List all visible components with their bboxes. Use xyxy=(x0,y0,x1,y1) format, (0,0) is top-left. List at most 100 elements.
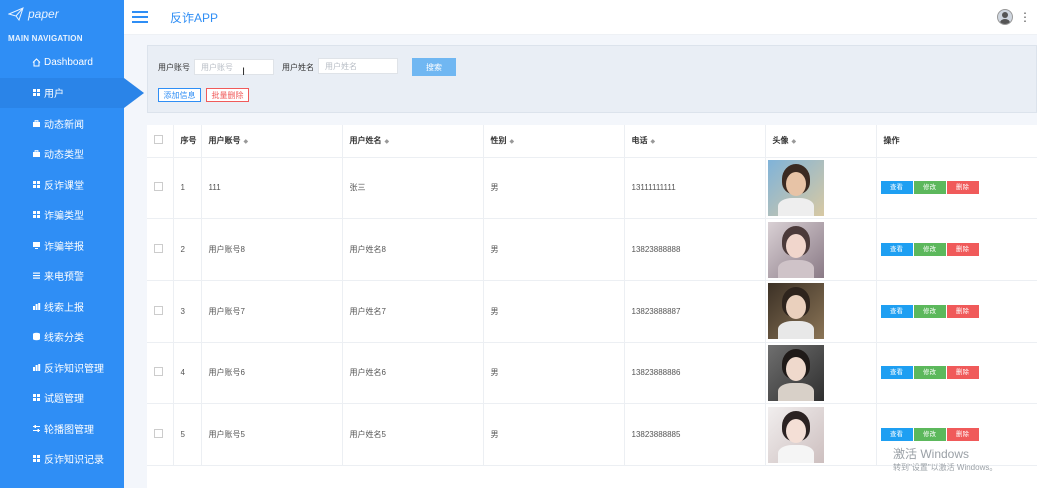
view-button[interactable]: 查看 xyxy=(880,304,913,318)
sort-icon[interactable]: ◆ xyxy=(510,139,515,145)
row-checkbox[interactable] xyxy=(154,429,163,439)
row-actions: 查看 修改 删除 xyxy=(876,342,1037,405)
row-account: 用户账号5 xyxy=(201,403,343,466)
table-row[interactable]: 2 用户账号8 用户姓名8 男 13823888888 查看 修改 删除 xyxy=(147,218,1037,281)
sidebar: paper MAIN NAVIGATION Dashboard 用户 动态新闻 动态类… xyxy=(0,0,144,488)
table-row[interactable]: 5 用户账号5 用户姓名5 男 13823888885 查看 修改 删除 xyxy=(147,403,1037,466)
more-vertical-icon[interactable]: ⋮ xyxy=(1019,11,1031,23)
brand-logo[interactable]: paper xyxy=(0,0,124,28)
view-button[interactable]: 查看 xyxy=(880,181,913,195)
hamburger-menu-icon[interactable] xyxy=(132,11,148,23)
view-button[interactable]: 查看 xyxy=(880,428,913,442)
row-select-cell xyxy=(147,157,174,220)
table-row[interactable]: 4 用户账号6 用户姓名6 男 13823888886 查看 修改 删除 xyxy=(147,342,1037,405)
row-checkbox[interactable] xyxy=(154,182,163,192)
sidebar-item-9[interactable]: 线索分类 xyxy=(0,322,124,353)
user-avatar-image xyxy=(767,344,824,401)
header-account[interactable]: 用户账号 ◆ xyxy=(201,125,343,158)
sidebar-item-7[interactable]: 来电预警 xyxy=(0,261,124,292)
delete-button[interactable]: 删除 xyxy=(946,181,979,195)
row-gender: 男 xyxy=(483,342,625,405)
sidebar-item-0[interactable]: Dashboard xyxy=(0,47,124,78)
bar-icon xyxy=(33,363,41,371)
table-row[interactable]: 3 用户账号7 用户姓名7 男 13823888887 查看 修改 删除 xyxy=(147,280,1037,343)
row-name: 张三 xyxy=(342,157,484,220)
sort-icon[interactable]: ◆ xyxy=(792,139,797,145)
row-checkbox[interactable] xyxy=(154,305,163,315)
row-avatar-cell xyxy=(765,218,877,281)
row-select-cell xyxy=(147,280,174,343)
row-index: 4 xyxy=(173,342,202,405)
bar-icon xyxy=(33,302,41,310)
sidebar-item-4[interactable]: 反诈课堂 xyxy=(0,169,124,200)
delete-button[interactable]: 删除 xyxy=(946,366,979,380)
row-account: 用户账号6 xyxy=(201,342,343,405)
batch-delete-button[interactable]: 批量删除 xyxy=(206,88,249,102)
select-all-header xyxy=(147,125,174,158)
user-avatar-icon[interactable] xyxy=(997,9,1013,25)
header-avatar[interactable]: 头像 ◆ xyxy=(765,125,877,158)
sidebar-item-2[interactable]: 动态新闻 xyxy=(0,108,124,139)
row-index: 1 xyxy=(173,157,202,220)
briefcase-icon xyxy=(33,150,40,158)
sidebar-item-10[interactable]: 反诈知识管理 xyxy=(0,352,124,383)
row-name: 用户姓名5 xyxy=(342,403,484,466)
sidebar-item-3[interactable]: 动态类型 xyxy=(0,139,124,170)
grid-icon xyxy=(33,211,40,219)
edit-button[interactable]: 修改 xyxy=(913,243,946,257)
sliders-icon xyxy=(33,424,40,432)
row-phone: 13111111111 xyxy=(624,157,766,220)
sidebar-item-label: 来电预警 xyxy=(44,272,84,284)
user-table: 序号 用户账号 ◆ 用户姓名 ◆ 性别 ◆ 电话 ◆ 头像 ◆ 操作 1 111 张三男 131… xyxy=(147,125,1037,488)
table-row[interactable]: 1 111 张三男 13111111111 查看 修改 删除 xyxy=(147,157,1037,220)
sidebar-item-1[interactable]: 用户 xyxy=(0,77,144,108)
delete-button[interactable]: 删除 xyxy=(946,304,979,318)
row-select-cell xyxy=(147,218,174,281)
sort-icon[interactable]: ◆ xyxy=(651,139,656,145)
row-gender: 男 xyxy=(483,157,625,220)
sidebar-item-label: 诈骗类型 xyxy=(44,211,84,223)
row-checkbox[interactable] xyxy=(154,367,163,377)
sidebar-item-label: Dashboard xyxy=(44,56,93,68)
sidebar-item-12[interactable]: 轮播图管理 xyxy=(0,413,124,444)
edit-button[interactable]: 修改 xyxy=(913,181,946,195)
sidebar-item-label: 动态新闻 xyxy=(44,119,84,131)
name-label: 用户姓名 xyxy=(282,63,314,72)
name-search-input[interactable] xyxy=(318,58,398,74)
row-phone: 13823888885 xyxy=(624,403,766,466)
sidebar-item-label: 试题管理 xyxy=(44,394,84,406)
account-search-input[interactable] xyxy=(194,59,274,75)
sidebar-item-13[interactable]: 反诈知识记录 xyxy=(0,444,124,475)
sidebar-item-11[interactable]: 试题管理 xyxy=(0,383,124,414)
sort-icon[interactable]: ◆ xyxy=(385,139,390,145)
brand-name: paper xyxy=(28,7,59,21)
add-info-button[interactable]: 添加信息 xyxy=(158,88,201,102)
app-title: 反诈APP xyxy=(170,10,219,25)
edit-button[interactable]: 修改 xyxy=(913,366,946,380)
sort-icon[interactable]: ◆ xyxy=(244,139,249,145)
select-all-checkbox[interactable] xyxy=(154,135,163,145)
delete-button[interactable]: 删除 xyxy=(946,243,979,257)
text-cursor-icon: I xyxy=(242,66,246,78)
sidebar-item-6[interactable]: 诈骗举报 xyxy=(0,230,124,261)
sidebar-item-8[interactable]: 线索上报 xyxy=(0,291,124,322)
edit-button[interactable]: 修改 xyxy=(913,428,946,442)
grid-icon xyxy=(33,89,40,97)
header-gender[interactable]: 性别 ◆ xyxy=(483,125,625,158)
sidebar-item-label: 诈骗举报 xyxy=(44,241,84,253)
row-checkbox[interactable] xyxy=(154,244,163,254)
briefcase-icon xyxy=(33,119,40,127)
view-button[interactable]: 查看 xyxy=(880,243,913,257)
row-avatar-cell xyxy=(765,403,877,466)
user-avatar-image xyxy=(767,283,824,340)
view-button[interactable]: 查看 xyxy=(880,366,913,380)
header-phone[interactable]: 电话 ◆ xyxy=(624,125,766,158)
sidebar-item-5[interactable]: 诈骗类型 xyxy=(0,200,124,231)
delete-button[interactable]: 删除 xyxy=(946,428,979,442)
header-name[interactable]: 用户姓名 ◆ xyxy=(342,125,484,158)
row-select-cell xyxy=(147,403,174,466)
edit-button[interactable]: 修改 xyxy=(913,304,946,318)
header-actions: 操作 xyxy=(876,125,1037,158)
sidebar-item-label: 反诈课堂 xyxy=(44,180,84,192)
search-button[interactable]: 搜索 xyxy=(412,58,456,76)
